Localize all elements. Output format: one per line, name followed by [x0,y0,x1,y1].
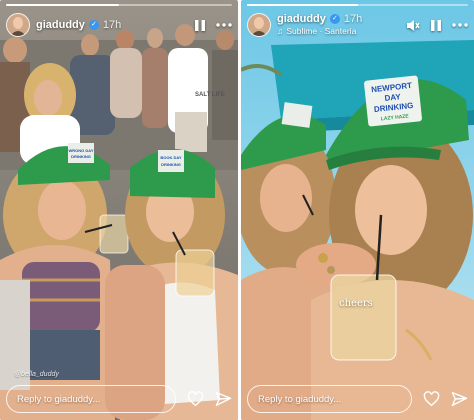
shirt-text: SALT LIFE [195,92,225,98]
story-time: 17h [343,13,363,25]
story-progress-bar [247,4,468,6]
avatar[interactable] [6,13,30,37]
cheers-sticker: cheers [339,298,373,309]
story-left[interactable]: WRONG DAY DRINKING BOOK DAY DRINKING SAL… [0,0,238,420]
heart-icon[interactable] [186,390,204,408]
photo-watermark: @bella_duddy [14,371,59,378]
hat-right-text: BOOK DAY [160,155,182,160]
hat-left-text: WRONG DAY [69,148,94,153]
mute-icon[interactable] [406,19,420,32]
avatar-image [248,14,270,36]
story-header: giaduddy ✓ 17h ♫ Sublime · Santeria [247,10,468,40]
verified-badge-icon: ✓ [88,20,99,30]
story-footer: Reply to giaduddy... [247,384,468,414]
reply-input[interactable]: Reply to giaduddy... [247,385,412,413]
avatar-image [7,14,29,36]
story-header: giaduddy ✓ 17h [6,10,232,40]
paper-plane-icon[interactable] [450,390,468,408]
music-track: Sublime · Santeria [286,26,357,36]
music-attribution[interactable]: ♫ Sublime · Santeria [277,25,362,37]
username[interactable]: giaduddy [277,13,326,25]
story-photo-right: NEWPORT DAY DRINKING LAZY HAZE [241,0,474,420]
story-progress-bar [6,4,232,6]
username[interactable]: giaduddy [36,19,85,31]
selfie-photo: NEWPORT DAY DRINKING LAZY HAZE [241,0,474,420]
story-right[interactable]: NEWPORT DAY DRINKING LAZY HAZE giaduddy … [241,0,474,420]
svg-text:DRINKING: DRINKING [71,154,91,159]
more-icon[interactable] [216,23,232,27]
avatar[interactable] [247,13,271,37]
hat-text-line2: DAY [384,92,402,103]
reply-input[interactable]: Reply to giaduddy... [6,385,176,413]
crowd-photo: WRONG DAY DRINKING BOOK DAY DRINKING SAL… [0,0,238,420]
story-time: 17h [102,19,122,31]
music-note-icon: ♫ [277,26,284,36]
svg-text:DRINKING: DRINKING [161,162,181,167]
paper-plane-icon[interactable] [214,390,232,408]
more-icon[interactable] [452,23,468,27]
pause-icon[interactable] [194,19,206,32]
story-footer: Reply to giaduddy... [6,384,232,414]
heart-icon[interactable] [422,390,440,408]
story-photo-left: WRONG DAY DRINKING BOOK DAY DRINKING SAL… [0,0,238,420]
verified-badge-icon: ✓ [329,14,340,24]
pause-icon[interactable] [430,19,442,32]
